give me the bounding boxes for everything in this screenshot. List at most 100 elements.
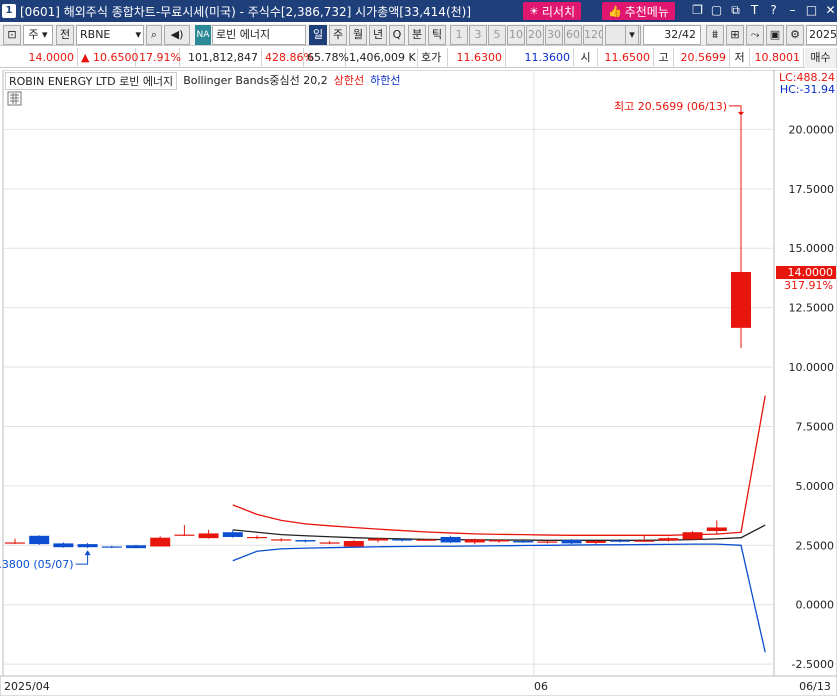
overlay-icon[interactable]: ⩩ xyxy=(706,25,724,45)
y-tick-label: 17.5000 xyxy=(789,183,835,196)
y-tick-label: 0.0000 xyxy=(796,599,835,612)
candle-body xyxy=(126,545,146,549)
price-change: ▲ 10.6500 xyxy=(78,48,138,68)
low-price: 10.8001 xyxy=(750,48,804,68)
period-tab-day[interactable]: 일 xyxy=(309,25,327,45)
chart-legend: ROBIN ENERGY LTD 로빈 에너지 Bollinger Bands중… xyxy=(5,72,400,90)
trend-icon[interactable]: ⤳ xyxy=(746,25,764,45)
symbol-legend-label: ROBIN ENERGY LTD 로빈 에너지 xyxy=(5,72,178,90)
current-pct-label: 317.91% xyxy=(784,279,833,292)
y-tick-label: 10.0000 xyxy=(789,361,835,374)
count-total: /42 xyxy=(678,28,696,41)
search-icon[interactable]: ⌕ xyxy=(146,25,162,45)
candle-body xyxy=(247,536,267,539)
interval-60[interactable]: 60 xyxy=(564,25,582,45)
period-tab-week[interactable]: 주 xyxy=(329,25,347,45)
period-tab-tick[interactable]: 틱 xyxy=(428,25,446,45)
minimize-icon[interactable]: – xyxy=(785,3,800,18)
interval-120[interactable]: 120 xyxy=(583,25,603,45)
candle-body xyxy=(319,542,340,544)
ask-price: 11.3600 xyxy=(506,48,574,68)
research-button[interactable]: ☀ 리서치 xyxy=(523,2,581,20)
high-price: 20.5699 xyxy=(674,48,730,68)
high-annotation: 최고 20.5699 (06/13) xyxy=(614,100,727,113)
trade-amount: 1,406,009 K xyxy=(346,48,418,68)
interval-1[interactable]: 1 xyxy=(450,25,468,45)
candle xyxy=(150,536,171,547)
font-size-icon[interactable]: T xyxy=(747,3,762,18)
candle-body xyxy=(198,533,219,539)
candle-body xyxy=(271,539,292,541)
candle-body xyxy=(392,539,413,541)
y-tick-label: 2.5000 xyxy=(796,539,835,552)
candle-body xyxy=(561,540,582,544)
candle-body xyxy=(29,535,50,545)
lc-hc-readout: LC:488.24 HC:-31.94 xyxy=(779,72,835,96)
interval-20[interactable]: 20 xyxy=(526,25,544,45)
candle-body xyxy=(174,534,195,536)
y-tick-label: 15.0000 xyxy=(789,242,835,255)
recommended-menu-label: 추천메뉴 xyxy=(624,4,669,19)
candle-body xyxy=(368,538,388,541)
save-icon[interactable]: ▣ xyxy=(766,25,784,45)
period-tab-quarter[interactable]: Q xyxy=(389,25,405,45)
candle-body xyxy=(53,543,74,548)
chevron-down-icon: ▾ xyxy=(135,28,141,41)
period-tab-year[interactable]: 년 xyxy=(369,25,387,45)
candle-body xyxy=(658,538,679,541)
maximize-icon[interactable]: □ xyxy=(804,3,819,18)
speaker-icon[interactable]: ◀) xyxy=(164,25,190,45)
buy-button[interactable]: 매수 xyxy=(805,48,837,68)
date-input[interactable]: 2025/ xyxy=(806,25,837,45)
help-icon[interactable]: ? xyxy=(766,3,781,18)
interval-3[interactable]: 3 xyxy=(469,25,487,45)
y-tick-label: 20.0000 xyxy=(789,123,835,136)
low-label: 저 xyxy=(730,48,750,68)
y-tick-label: 12.5000 xyxy=(789,302,835,315)
mode-select[interactable]: 주 ▾ xyxy=(23,25,53,45)
stock-name-field[interactable]: 로빈 에너지 xyxy=(212,25,306,45)
grid-icon[interactable]: ⊞ xyxy=(726,25,744,45)
interval-30[interactable]: 30 xyxy=(545,25,563,45)
link-icon[interactable]: ⧉ xyxy=(728,3,743,18)
candle-body xyxy=(731,272,751,328)
mode-select-value: 주 xyxy=(28,28,39,41)
interval-10[interactable]: 10 xyxy=(507,25,525,45)
candle xyxy=(682,531,703,541)
count-value: 32 xyxy=(664,28,679,41)
period-tab-minute[interactable]: 분 xyxy=(408,25,426,45)
price-chart[interactable]: 최고 20.5699 (06/13) 최저 2.3800 (05/07) 14.00… xyxy=(0,70,837,696)
candle-body xyxy=(489,540,509,542)
current-price-tag-label: 14.0000 xyxy=(788,266,834,279)
prev-button[interactable]: 전 xyxy=(56,25,74,45)
chevron-down-icon[interactable]: ▾ xyxy=(625,25,639,45)
copy-icon[interactable]: ❐ xyxy=(690,3,705,18)
high-label: 고 xyxy=(654,48,674,68)
symbol-input[interactable]: RBNE ▾ xyxy=(76,25,144,45)
candle-body xyxy=(343,541,364,547)
candle-body xyxy=(706,527,727,532)
window-number-badge[interactable]: 1 xyxy=(2,4,16,18)
low-annotation: 최저 2.3800 (05/07) xyxy=(0,558,74,571)
candle-body xyxy=(464,539,485,543)
window-icon[interactable]: ▢ xyxy=(709,3,724,18)
interval-5[interactable]: 5 xyxy=(488,25,506,45)
open-price: 11.6500 xyxy=(598,48,654,68)
x-tick-label: 06/13 xyxy=(799,680,831,693)
na-badge: NA xyxy=(195,25,211,45)
period-tab-month[interactable]: 월 xyxy=(349,25,367,45)
candle-body xyxy=(222,532,243,537)
gear-icon[interactable]: ⚙ xyxy=(786,25,804,45)
x-tick-label: 06 xyxy=(534,680,548,693)
current-price-value: 14.0000 xyxy=(28,51,75,64)
bid-price: 11.6300 xyxy=(448,48,506,68)
symbol-input-value: RBNE xyxy=(80,28,111,41)
recommended-menu-button[interactable]: 👍 추천메뉴 xyxy=(602,2,675,20)
turnover-pct: 65.78% xyxy=(304,48,349,68)
count-field[interactable]: 32/42 xyxy=(643,25,701,45)
quote-label: 호가 xyxy=(418,48,448,68)
volume: 101,812,847 xyxy=(180,48,262,68)
candle-body xyxy=(5,542,25,544)
close-icon[interactable]: ✕ xyxy=(823,3,837,18)
layout-icon[interactable]: ⊡ xyxy=(3,25,21,45)
